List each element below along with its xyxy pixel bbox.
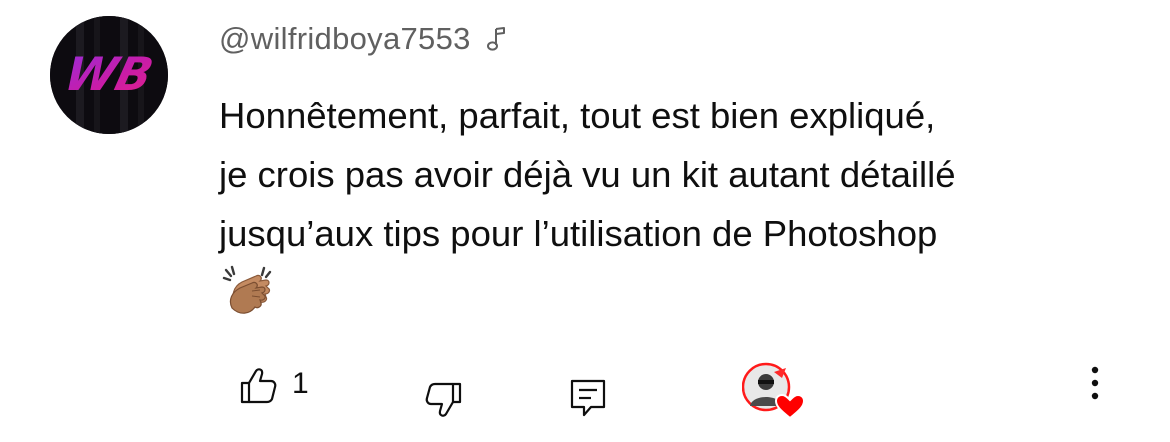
like-button[interactable] bbox=[238, 366, 278, 406]
comment-line: je crois pas avoir déjà vu un kit autant… bbox=[219, 154, 956, 195]
dislike-button[interactable] bbox=[424, 380, 464, 420]
author-avatar[interactable]: WB bbox=[50, 16, 168, 134]
reply-icon bbox=[570, 379, 606, 417]
clapping-hands-emoji bbox=[222, 264, 276, 318]
like-count: 1 bbox=[292, 367, 309, 400]
avatar-logo-text: WB bbox=[59, 49, 158, 102]
thumbs-down-icon bbox=[425, 382, 462, 417]
thumbs-up-icon bbox=[240, 368, 277, 404]
author-avatar-image: WB bbox=[50, 16, 168, 134]
comment-line: Honnêtement, parfait, tout est bien expl… bbox=[219, 95, 936, 136]
comment-header: @wilfridboya7553 bbox=[219, 19, 511, 59]
reply-button[interactable] bbox=[569, 378, 607, 418]
more-vertical-icon bbox=[1091, 366, 1099, 400]
music-note-icon bbox=[485, 23, 511, 55]
creator-heart-icon bbox=[774, 393, 806, 420]
creator-heart-badge bbox=[741, 362, 808, 422]
comment-text: Honnêtement, parfait, tout est bien expl… bbox=[219, 86, 1139, 263]
author-username[interactable]: @wilfridboya7553 bbox=[219, 21, 471, 57]
comment-line: jusqu’aux tips pour l’utilisation de Pho… bbox=[219, 213, 938, 254]
more-options-button[interactable] bbox=[1082, 364, 1108, 404]
